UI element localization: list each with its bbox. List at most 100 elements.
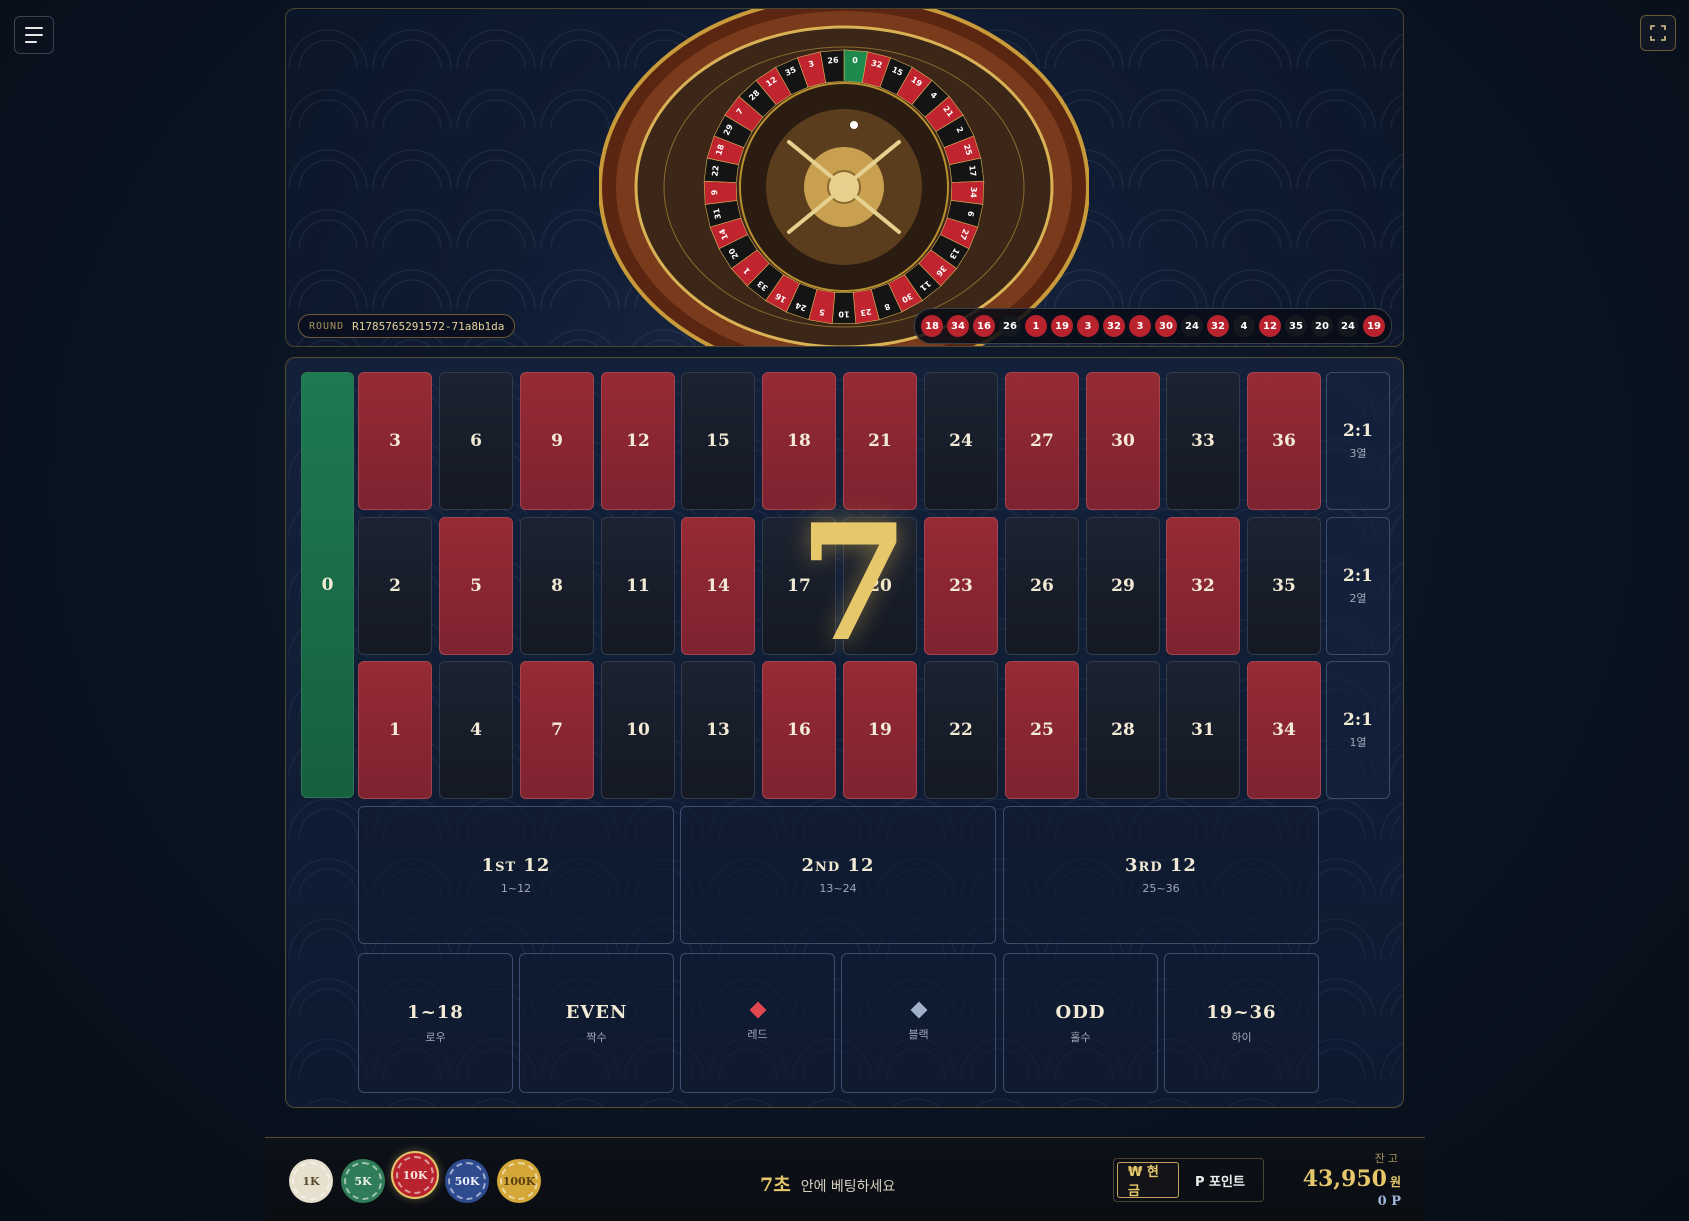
bet-number[interactable]: 30 — [1086, 372, 1160, 510]
bet-column[interactable]: 2:1 3열 — [1326, 372, 1390, 510]
dozen-range: 1~12 — [500, 882, 532, 895]
bet-number[interactable]: 34 — [1247, 661, 1321, 799]
bet-number[interactable]: 19 — [843, 661, 917, 799]
betting-board: 0 3 6 9 12 15 18 21 24 27 30 33 36 2 5 8 11 14 17 20 23 26 29… — [285, 357, 1404, 1108]
bet-number[interactable]: 29 — [1086, 517, 1160, 655]
bet-number[interactable]: 5 — [439, 517, 513, 655]
chip-label: 50K — [454, 1174, 480, 1188]
wheel-pocket-number: 17 — [967, 165, 977, 177]
red-diamond-icon — [749, 1001, 766, 1019]
wheel-pocket-number: 26 — [827, 56, 839, 66]
bet-number[interactable]: 16 — [762, 661, 836, 799]
bet-dozen[interactable]: 3rd 12 25~36 — [1003, 806, 1319, 944]
column-ratio: 2:1 — [1343, 421, 1373, 441]
bet-number[interactable]: 15 — [681, 372, 755, 510]
bet-number[interactable]: 2 — [358, 517, 432, 655]
bet-timer: 7초 안에 베팅하세요 — [760, 1170, 895, 1197]
outside-sub: 하이 — [1231, 1030, 1252, 1044]
chip-10k[interactable]: 10K — [393, 1153, 437, 1197]
dozen-range: 25~36 — [1142, 882, 1180, 895]
bet-outside[interactable]: 1~18 로우 — [358, 953, 513, 1093]
chip-100k[interactable]: 100K — [497, 1159, 541, 1203]
dozen-range: 13~24 — [819, 882, 857, 895]
roulette-wheel: 0 321519421225173462713361130823105241633… — [599, 9, 1089, 346]
menu-button[interactable] — [14, 16, 54, 54]
timer-seconds: 7초 — [760, 1174, 791, 1196]
bet-number[interactable]: 10 — [601, 661, 675, 799]
round-label: ROUND — [309, 320, 345, 332]
history-ball: 32 — [1207, 315, 1229, 337]
bet-column[interactable]: 2:1 1열 — [1326, 661, 1390, 799]
outside-sub: 레드 — [747, 1028, 768, 1041]
bet-number[interactable]: 4 — [439, 661, 513, 799]
points-value: 0 — [1377, 1194, 1387, 1209]
history-ball: 4 — [1233, 315, 1255, 337]
outside-sub: 홀수 — [1070, 1030, 1091, 1044]
bet-number[interactable]: 33 — [1166, 372, 1240, 510]
bet-column[interactable]: 2:1 2열 — [1326, 517, 1390, 655]
wheel-pocket — [703, 180, 738, 205]
bet-number[interactable]: 12 — [601, 372, 675, 510]
bet-number[interactable]: 26 — [1005, 517, 1079, 655]
bet-number[interactable]: 32 — [1166, 517, 1240, 655]
points-unit: P — [1391, 1194, 1401, 1209]
cash-option[interactable]: ₩ 현금 — [1117, 1162, 1179, 1199]
bet-number[interactable]: 8 — [520, 517, 594, 655]
bet-number[interactable]: 36 — [1247, 372, 1321, 510]
chip-label: 100K — [502, 1174, 536, 1188]
points-option[interactable]: P 포인트 — [1185, 1162, 1255, 1198]
dozen-label: 3rd 12 — [1125, 855, 1197, 876]
round-badge: ROUND R1785765291572-71a8b1da — [298, 314, 516, 338]
bet-number[interactable]: 11 — [601, 517, 675, 655]
outside-label: 1~18 — [407, 1001, 464, 1023]
column-label: 3열 — [1349, 447, 1367, 460]
wheel-pocket-number: 10 — [838, 309, 850, 318]
outside-label: ODD — [1055, 1001, 1106, 1023]
history-ball: 19 — [1051, 315, 1073, 337]
outside-label: 19~36 — [1206, 1001, 1277, 1023]
chip-5k[interactable]: 5K — [341, 1159, 385, 1203]
bet-number[interactable]: 21 — [843, 372, 917, 510]
bet-number[interactable]: 28 — [1086, 661, 1160, 799]
chip-1k[interactable]: 1K — [289, 1159, 333, 1203]
history-ball: 18 — [921, 315, 943, 337]
wheel-pocket-number: 23 — [860, 307, 873, 318]
history-ball: 3 — [1129, 315, 1151, 337]
bet-number[interactable]: 13 — [681, 661, 755, 799]
bet-outside[interactable]: EVEN 짝수 — [519, 953, 674, 1093]
column-ratio: 2:1 — [1343, 566, 1373, 586]
bet-number[interactable]: 31 — [1166, 661, 1240, 799]
bet-zero[interactable]: 0 — [301, 372, 354, 798]
bet-number[interactable]: 6 — [439, 372, 513, 510]
balance-value: 43,950 — [1302, 1166, 1387, 1192]
bet-outside[interactable]: 레드 — [680, 953, 835, 1093]
bet-number[interactable]: 35 — [1247, 517, 1321, 655]
bet-number[interactable]: 7 — [520, 661, 594, 799]
bet-outside[interactable]: ODD 홀수 — [1003, 953, 1158, 1093]
bet-number[interactable]: 17 — [762, 517, 836, 655]
bet-outside[interactable]: 블랙 — [841, 953, 996, 1093]
roulette-ball — [850, 121, 858, 129]
bet-number[interactable]: 27 — [1005, 372, 1079, 510]
bet-outside[interactable]: 19~36 하이 — [1164, 953, 1319, 1093]
bet-number[interactable]: 14 — [681, 517, 755, 655]
bet-number[interactable]: 3 — [358, 372, 432, 510]
history-ball: 3 — [1077, 315, 1099, 337]
bet-number[interactable]: 22 — [924, 661, 998, 799]
bet-number[interactable]: 23 — [924, 517, 998, 655]
round-id: R1785765291572-71a8b1da — [352, 319, 505, 333]
bet-number[interactable]: 9 — [520, 372, 594, 510]
bet-number[interactable]: 25 — [1005, 661, 1079, 799]
bet-number[interactable]: 1 — [358, 661, 432, 799]
history-ball: 35 — [1285, 315, 1307, 337]
column-label: 2열 — [1349, 592, 1367, 605]
bet-number[interactable]: 18 — [762, 372, 836, 510]
bet-number[interactable]: 20 — [843, 517, 917, 655]
bet-number[interactable]: 24 — [924, 372, 998, 510]
balance-unit: 원 — [1389, 1175, 1401, 1189]
bet-dozen[interactable]: 2nd 12 13~24 — [680, 806, 996, 944]
bet-dozen[interactable]: 1st 12 1~12 — [358, 806, 674, 944]
fullscreen-button[interactable] — [1640, 15, 1676, 51]
result-history: 18 34 16 26 1 19 3 32 3 30 24 32 4 12 35 20 24 19 — [914, 308, 1392, 344]
chip-50k[interactable]: 50K — [445, 1159, 489, 1203]
